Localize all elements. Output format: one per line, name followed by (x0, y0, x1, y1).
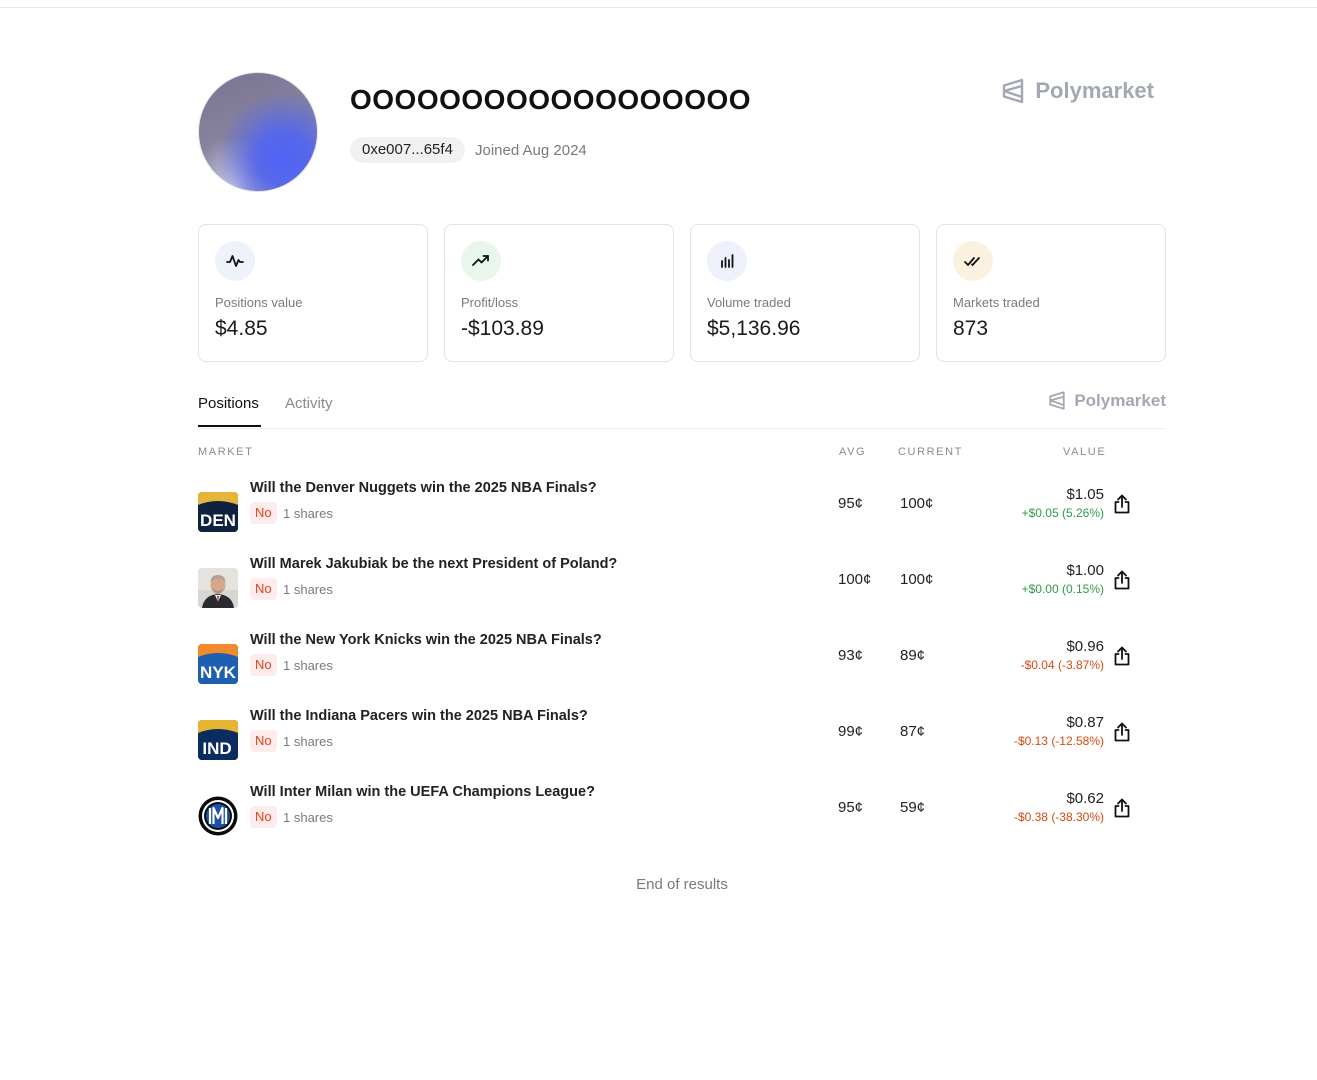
stat-card-positions-value: Positions value $4.85 (198, 224, 428, 362)
polymarket-mark-icon (1049, 391, 1065, 410)
polymarket-logo: Polymarket (1001, 78, 1154, 104)
bar-chart-icon (707, 241, 747, 281)
share-icon (1114, 494, 1130, 514)
current-price: 100¢ (900, 495, 934, 512)
share-icon (1114, 722, 1130, 742)
column-header-current[interactable]: CURRENT (898, 446, 963, 458)
profile-header: OOOOOOOOOOOOOOOOOO 0xe007...65f4 Joined … (198, 72, 1166, 192)
share-button[interactable] (1112, 797, 1132, 819)
avg-price: 95¢ (838, 495, 864, 512)
value-change: -$0.38 (-38.30%) (1013, 810, 1104, 824)
portrait-photo (198, 568, 238, 608)
column-header-value[interactable]: VALUE (1063, 446, 1106, 458)
inter-logo (198, 796, 238, 836)
double-check-icon (953, 241, 993, 281)
share-button[interactable] (1112, 493, 1132, 515)
den-logo: DEN (198, 492, 238, 532)
stat-label: Positions value (215, 295, 303, 310)
outcome-badge: No (250, 654, 277, 676)
polymarket-logo: Polymarket (1048, 390, 1166, 411)
current-price: 87¢ (900, 723, 926, 740)
joined-date: Joined Aug 2024 (475, 142, 587, 159)
polymarket-wordmark: Polymarket (1035, 78, 1154, 103)
activity-icon (215, 241, 255, 281)
tab-bar: Positions Activity Polymarket (198, 386, 1166, 429)
wallet-address-pill[interactable]: 0xe007...65f4 (350, 137, 465, 163)
ind-logo-text: IND (202, 739, 231, 758)
tab-positions[interactable]: Positions (198, 395, 259, 412)
position-value: $0.96 (1066, 638, 1104, 655)
outcome-badge: No (250, 502, 277, 524)
stat-value: $5,136.96 (707, 317, 801, 340)
market-question[interactable]: Will the New York Knicks win the 2025 NB… (250, 632, 602, 648)
outcome-badge: No (250, 578, 277, 600)
position-value: $1.00 (1066, 562, 1104, 579)
position-value: $0.87 (1066, 714, 1104, 731)
share-icon (1114, 646, 1130, 666)
avatar (198, 72, 318, 192)
username: OOOOOOOOOOOOOOOOOO (350, 84, 752, 115)
current-price: 100¢ (900, 571, 934, 588)
table-header: MARKET AVG CURRENT VALUE (198, 446, 1166, 460)
current-price: 89¢ (900, 647, 926, 664)
avg-price: 95¢ (838, 799, 864, 816)
nyk-logo-text: NYK (200, 663, 237, 682)
table-row[interactable]: Will Marek Jakubiak be the next Presiden… (198, 552, 1166, 612)
outcome-badge: No (250, 806, 277, 828)
share-icon (1114, 798, 1130, 818)
stat-label: Volume traded (707, 295, 791, 310)
stats-row: Positions value $4.85 Profit/loss -$103.… (198, 224, 1166, 362)
column-header-market[interactable]: MARKET (198, 446, 253, 458)
stat-label: Profit/loss (461, 295, 519, 310)
share-icon (1114, 570, 1130, 590)
position-value: $0.62 (1066, 790, 1104, 807)
stat-label: Markets traded (953, 295, 1040, 310)
trending-up-icon (461, 241, 501, 281)
value-change: +$0.05 (5.26%) (1021, 506, 1104, 520)
market-question[interactable]: Will Inter Milan win the UEFA Champions … (250, 784, 595, 800)
table-row[interactable]: Will Inter Milan win the UEFA Champions … (198, 780, 1166, 840)
stat-card-profit-loss: Profit/loss -$103.89 (444, 224, 674, 362)
shares-count: 1 shares (283, 506, 333, 521)
table-row[interactable]: NYK Will the New York Knicks win the 202… (198, 628, 1166, 688)
shares-count: 1 shares (283, 734, 333, 749)
ind-logo: IND (198, 720, 238, 760)
stat-card-volume-traded: Volume traded $5,136.96 (690, 224, 920, 362)
share-button[interactable] (1112, 645, 1132, 667)
nyk-logo: NYK (198, 644, 238, 684)
top-divider (0, 7, 1317, 8)
end-of-results: End of results (636, 876, 728, 893)
share-button[interactable] (1112, 569, 1132, 591)
active-tab-indicator (198, 425, 261, 427)
avg-price: 93¢ (838, 647, 864, 664)
column-header-avg[interactable]: AVG (839, 446, 866, 458)
market-question[interactable]: Will the Indiana Pacers win the 2025 NBA… (250, 708, 588, 724)
market-question[interactable]: Will Marek Jakubiak be the next Presiden… (250, 556, 617, 572)
value-change: -$0.13 (-12.58%) (1013, 734, 1104, 748)
stat-value: $4.85 (215, 317, 268, 340)
value-change: +$0.00 (0.15%) (1021, 582, 1104, 596)
avg-price: 100¢ (838, 571, 872, 588)
polymarket-wordmark: Polymarket (1074, 390, 1166, 410)
share-button[interactable] (1112, 721, 1132, 743)
stat-value: 873 (953, 317, 989, 340)
shares-count: 1 shares (283, 582, 333, 597)
stat-card-markets-traded: Markets traded 873 (936, 224, 1166, 362)
avg-price: 99¢ (838, 723, 864, 740)
stat-value: -$103.89 (461, 317, 544, 340)
den-logo-text: DEN (200, 511, 236, 530)
value-change: -$0.04 (-3.87%) (1020, 658, 1104, 672)
market-question[interactable]: Will the Denver Nuggets win the 2025 NBA… (250, 480, 597, 496)
table-row[interactable]: DEN Will the Denver Nuggets win the 2025… (198, 476, 1166, 536)
table-row[interactable]: IND Will the Indiana Pacers win the 2025… (198, 704, 1166, 764)
shares-count: 1 shares (283, 658, 333, 673)
polymarket-mark-icon (1003, 78, 1024, 104)
tab-activity[interactable]: Activity (285, 395, 333, 412)
outcome-badge: No (250, 730, 277, 752)
position-value: $1.05 (1066, 486, 1104, 503)
shares-count: 1 shares (283, 810, 333, 825)
current-price: 59¢ (900, 799, 926, 816)
